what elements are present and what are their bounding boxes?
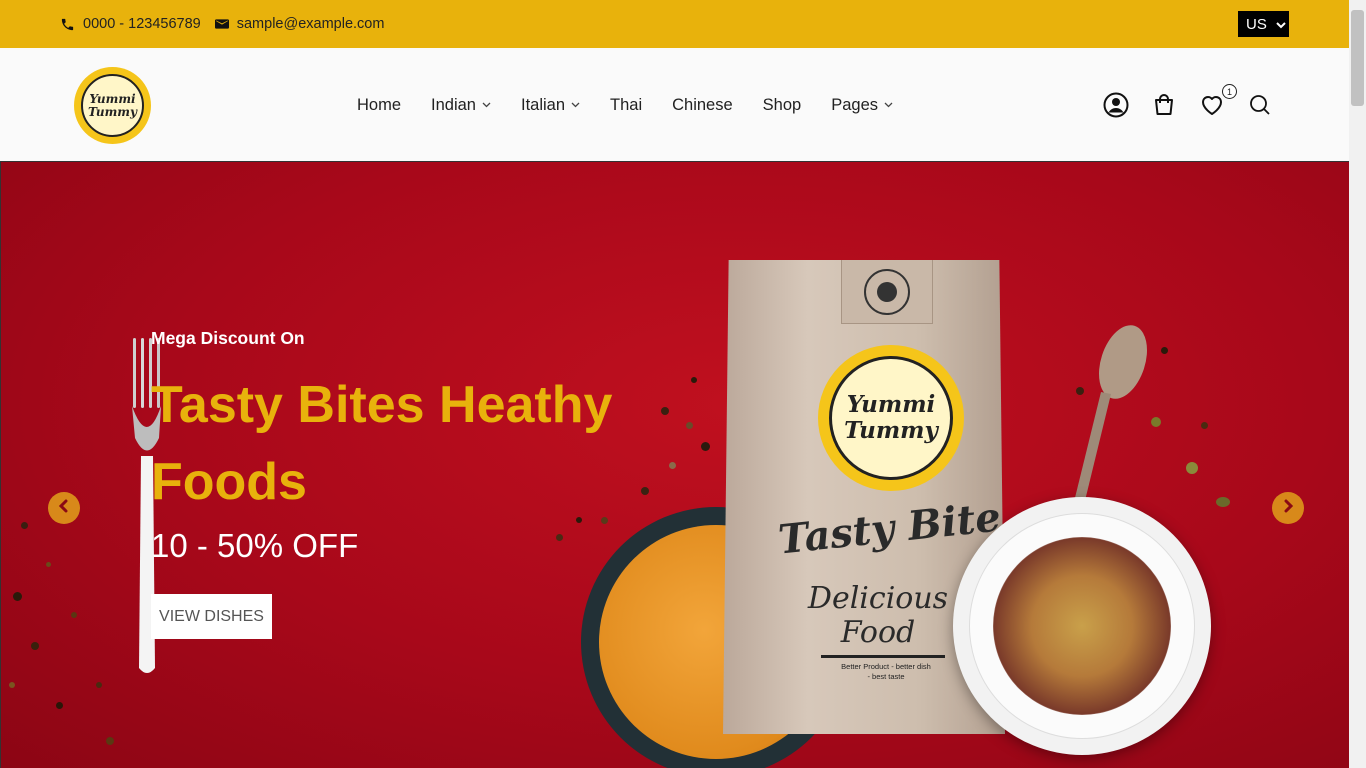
phone-icon [60,17,75,32]
account-icon[interactable] [1103,92,1129,118]
scrollbar-thumb[interactable] [1351,10,1364,106]
nav-label: Italian [520,95,566,114]
chevron-down-icon [884,100,893,111]
page-scrollbar[interactable] [1349,0,1366,768]
top-bar: 0000 - 123456789 sample@example.com US [0,0,1349,48]
phone-number: 0000 - 123456789 [83,16,201,32]
nav-label: Shop [762,95,802,114]
bag-logo-line1: Yummi [846,391,936,418]
logo-badge: Yummi Tummy [81,74,144,137]
site-logo[interactable]: Yummi Tummy [74,67,151,144]
page: 0000 - 123456789 sample@example.com US Y… [0,0,1349,768]
phone-contact[interactable]: 0000 - 123456789 [60,16,201,32]
nav-item-shop[interactable]: Shop [763,96,802,115]
slider-prev-button[interactable] [48,492,80,524]
nav-label: Thai [610,95,643,114]
nav-item-chinese[interactable]: Chinese [672,96,733,115]
contact-info: 0000 - 123456789 sample@example.com [60,0,384,48]
bag-logo-badge: Yummi Tummy [829,356,953,480]
bag-script-title: Tasty Bite [776,493,1003,564]
nav-item-pages[interactable]: Pages [831,96,893,115]
bag-divider [821,655,945,658]
hero-content: Mega Discount On Tasty Bites Heathy Food… [151,328,651,639]
chevron-left-icon [57,499,71,518]
header-actions: 1 [1103,48,1273,162]
chevron-right-icon [1281,499,1295,518]
language-select[interactable]: US [1238,11,1289,37]
main-nav: Home Indian Italian Thai Chinese Shop Pa… [357,48,893,162]
nav-item-thai[interactable]: Thai [610,96,642,115]
logo-text-line2: Tummy [88,104,137,119]
language-value: US [1246,15,1267,33]
bag-logo-line2: Tummy [844,417,938,444]
hero-headline: Tasty Bites Heathy Foods [151,376,613,511]
hero-offer: 10 - 50% OFF [151,527,359,564]
bag-script-subtitle: Delicious Food [807,581,949,650]
site-header: Yummi Tummy Home Indian Italian Thai Chi… [0,48,1349,162]
nav-item-indian[interactable]: Indian [431,96,491,115]
plate-food [993,537,1171,715]
chevron-down-icon [571,100,580,111]
logo-text-line1: Yummi [89,91,136,106]
nav-label: Pages [831,95,879,114]
nav-label: Indian [431,95,476,114]
nav-label: Home [357,95,402,114]
nav-label: Chinese [672,95,733,114]
view-dishes-button[interactable]: VIEW DISHES [151,594,272,639]
hero-slider: Mega Discount On Tasty Bites Heathy Food… [0,162,1349,768]
chevron-down-icon [482,100,491,111]
slider-next-button[interactable] [1272,492,1304,524]
wooden-spoon-image [1071,325,1147,517]
email-address: sample@example.com [236,16,385,32]
wishlist-icon[interactable]: 1 [1199,84,1237,118]
bag-seal-tag [841,260,933,324]
email-contact[interactable]: sample@example.com [214,16,385,32]
cart-icon[interactable] [1151,92,1177,118]
nav-item-home[interactable]: Home [357,96,401,115]
hero-eyebrow: Mega Discount On [151,328,305,348]
steak-noodle-plate-image [953,497,1211,755]
crown-seal-icon [864,268,910,315]
chevron-down-icon [1276,16,1286,33]
wishlist-count-badge: 1 [1222,84,1237,99]
nav-item-italian[interactable]: Italian [521,96,580,115]
bag-logo: Yummi Tummy [818,345,964,491]
bag-tagline: Better Product - better dish - best tast… [841,662,931,681]
search-icon[interactable] [1247,92,1273,118]
mail-icon [214,18,229,30]
